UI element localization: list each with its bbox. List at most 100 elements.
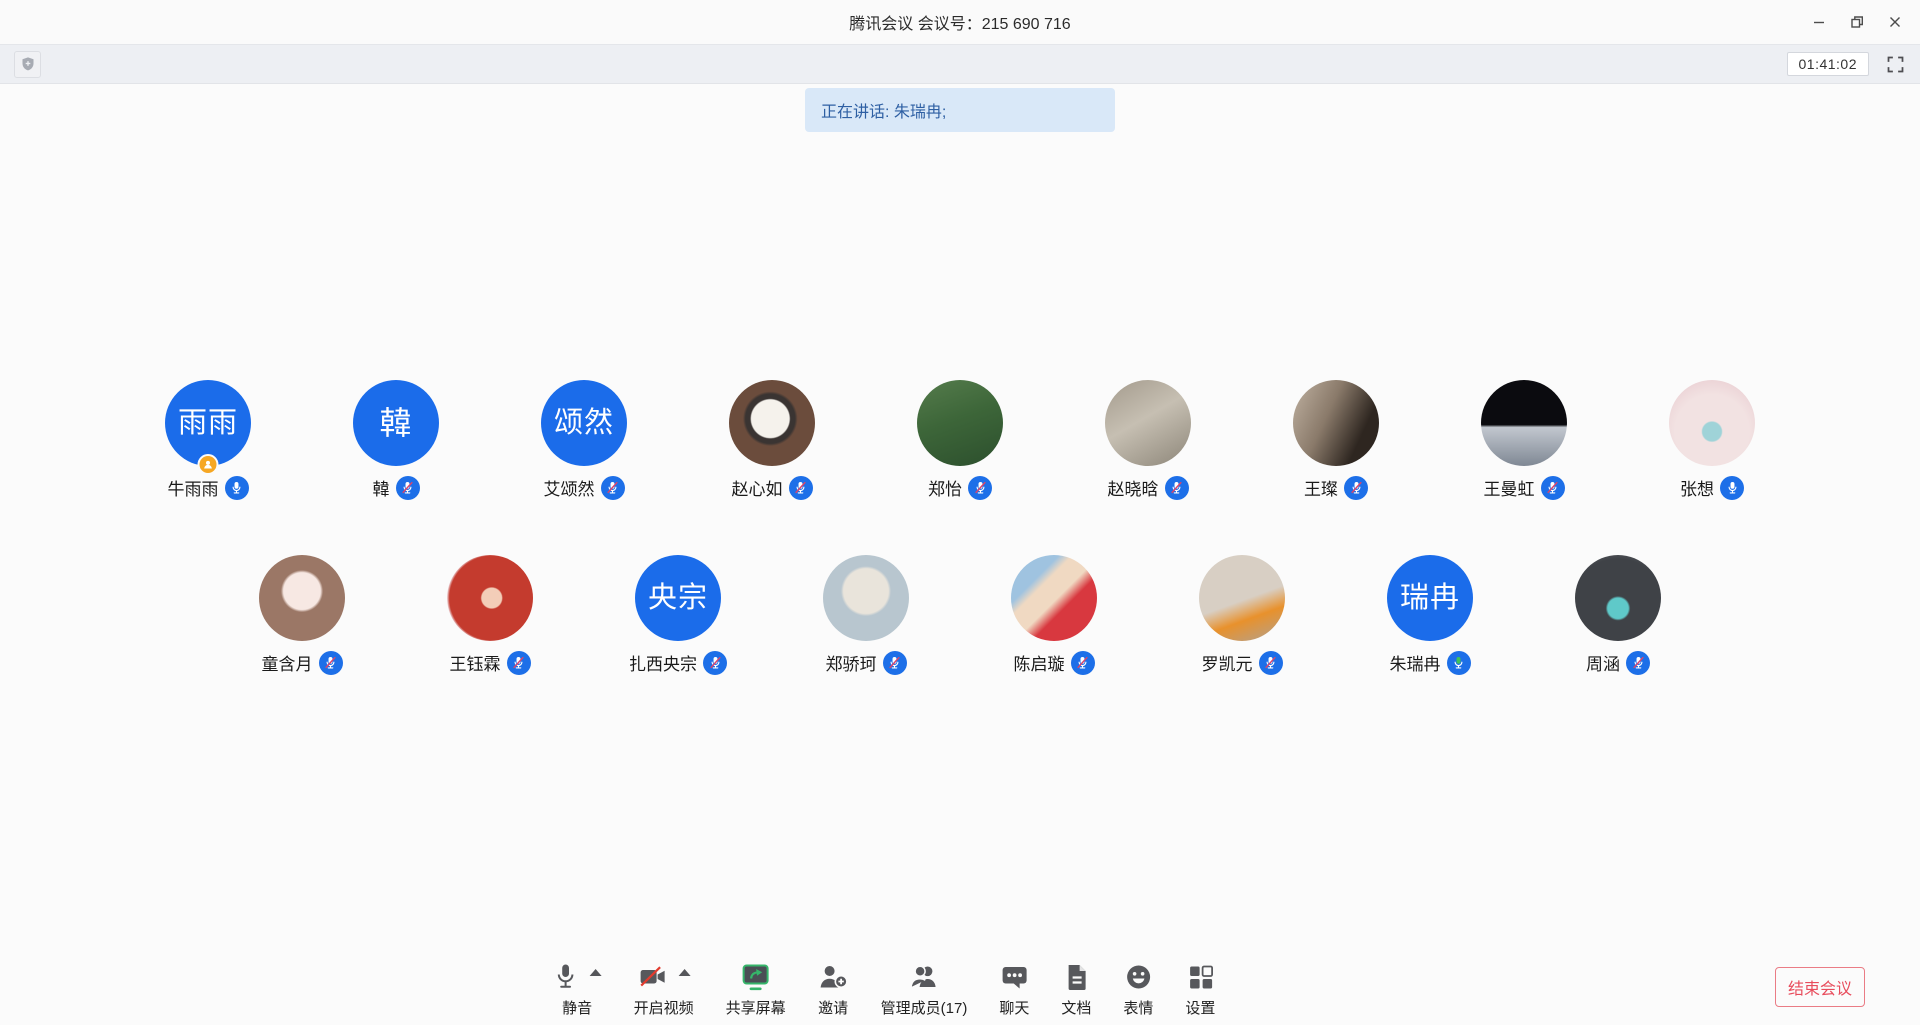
invite-button[interactable]: 邀请: [818, 959, 849, 1018]
participant-tile[interactable]: 张想: [1618, 380, 1806, 500]
security-shield-button[interactable]: [14, 51, 41, 78]
video-options-caret-icon[interactable]: [678, 969, 690, 976]
emoji-icon: [1124, 963, 1152, 991]
mic-status-icon: [789, 476, 813, 500]
close-button[interactable]: [1876, 7, 1914, 37]
mic-status-icon: [1626, 651, 1650, 675]
avatar-initials: 颂然: [554, 409, 614, 438]
participant-name: 郑骄珂: [826, 650, 877, 675]
mic-status-icon: [396, 476, 420, 500]
members-icon: [908, 963, 940, 991]
avatar-photo-forest: [917, 380, 1003, 466]
titlebar: 腾讯会议 会议号：215 690 716: [0, 0, 1920, 44]
avatar: 颂然: [541, 380, 627, 466]
mic-status-icon: [1447, 651, 1471, 675]
mute-button[interactable]: 静音: [553, 959, 602, 1018]
end-meeting-button[interactable]: 结束会议: [1775, 967, 1865, 1007]
fullscreen-button[interactable]: [1885, 54, 1906, 75]
settings-button[interactable]: 设置: [1185, 959, 1215, 1018]
mic-status-icon: [1071, 651, 1095, 675]
avatar-photo-night-sea: [1481, 380, 1567, 466]
participant-name: 朱瑞冉: [1390, 650, 1441, 675]
participant-name: 扎西央宗: [629, 650, 697, 675]
participant-tile[interactable]: 郑怡: [866, 380, 1054, 500]
mic-status-icon: [1541, 476, 1565, 500]
document-button[interactable]: 文档: [1061, 959, 1091, 1018]
speaking-banner: 正在讲话: 朱瑞冉;: [805, 88, 1115, 132]
avatar: 央宗: [635, 555, 721, 641]
avatar-photo-anime-girl: [259, 555, 345, 641]
minimize-button[interactable]: [1800, 7, 1838, 37]
avatar: 瑞冉: [1387, 555, 1473, 641]
mic-status-icon: [319, 651, 343, 675]
participant-row-1: 雨雨 牛雨雨 韓 韓: [0, 380, 1920, 500]
participant-tile[interactable]: 赵心如: [678, 380, 866, 500]
share-screen-icon: [740, 963, 772, 992]
window-controls: [1800, 0, 1914, 44]
camera-off-icon: [637, 964, 667, 990]
share-screen-button[interactable]: 共享屏幕: [726, 959, 786, 1018]
avatar-photo-pink-plush-mask: [1669, 380, 1755, 466]
participant-tile[interactable]: 雨雨 牛雨雨: [114, 380, 302, 500]
participant-name: 牛雨雨: [168, 475, 219, 500]
participant-name: 张想: [1680, 475, 1714, 500]
mic-icon: [553, 962, 579, 992]
participant-tile[interactable]: 王璨: [1242, 380, 1430, 500]
avatar-photo-escalator: [1199, 555, 1285, 641]
participant-row-2: 童含月 王钰霖: [0, 555, 1920, 675]
status-strip: 01:41:02: [0, 44, 1920, 84]
participant-tile[interactable]: 陈启璇: [960, 555, 1148, 675]
avatar-photo-silhouette: [1293, 380, 1379, 466]
window-title: 腾讯会议 会议号：215 690 716: [849, 10, 1070, 34]
fullscreen-icon: [1885, 54, 1906, 75]
meeting-timer: 01:41:02: [1787, 52, 1870, 76]
mic-status-icon: [1344, 476, 1368, 500]
avatar-photo-masked-anime-boy: [1575, 555, 1661, 641]
mic-status-icon: [507, 651, 531, 675]
document-icon: [1064, 963, 1088, 992]
avatar-initials: 央宗: [648, 584, 708, 613]
avatar-photo-panda: [729, 380, 815, 466]
mic-options-caret-icon[interactable]: [590, 969, 602, 976]
participant-tile[interactable]: 韓 韓: [302, 380, 490, 500]
avatar-photo-cartoon-shinchan: [1011, 555, 1097, 641]
emoji-button[interactable]: 表情: [1123, 959, 1153, 1018]
avatar-photo-alpaca: [1105, 380, 1191, 466]
mic-status-icon: [601, 476, 625, 500]
participant-tile[interactable]: 童含月: [208, 555, 396, 675]
participant-name: 王钰霖: [450, 650, 501, 675]
participant-tile[interactable]: 郑骄珂: [772, 555, 960, 675]
participant-tile[interactable]: 央宗 扎西央宗: [584, 555, 772, 675]
avatar-photo-red-hair-mermaid: [447, 555, 533, 641]
close-icon: [1888, 15, 1902, 29]
mic-status-icon: [1720, 476, 1744, 500]
participant-name: 王曼虹: [1484, 475, 1535, 500]
participant-tile[interactable]: 周涵: [1524, 555, 1712, 675]
mic-status-icon: [883, 651, 907, 675]
avatar: 雨雨: [165, 380, 251, 466]
avatar-initials: 雨雨: [178, 409, 238, 438]
participant-tile[interactable]: 赵晓晗: [1054, 380, 1242, 500]
participant-tile[interactable]: 颂然 艾颂然: [490, 380, 678, 500]
mic-status-icon: [1259, 651, 1283, 675]
invite-icon: [818, 963, 849, 991]
manage-members-button[interactable]: 管理成员(17): [881, 959, 968, 1018]
participant-name: 王璨: [1304, 475, 1338, 500]
participant-tile[interactable]: 瑞冉 朱瑞冉: [1336, 555, 1524, 675]
chat-button[interactable]: 聊天: [999, 959, 1029, 1018]
avatar-initials: 韓: [379, 407, 412, 439]
minimize-icon: [1812, 15, 1826, 29]
mic-status-icon: [703, 651, 727, 675]
participant-name: 陈启璇: [1014, 650, 1065, 675]
restore-icon: [1850, 15, 1864, 29]
restore-button[interactable]: [1838, 7, 1876, 37]
start-video-button[interactable]: 开启视频: [634, 959, 694, 1018]
meeting-toolbar: 静音 开启视频 共享: [553, 959, 1216, 1018]
participant-tile[interactable]: 罗凯元: [1148, 555, 1336, 675]
participant-tile[interactable]: 王钰霖: [396, 555, 584, 675]
avatar-photo-statue-bubblegum: [823, 555, 909, 641]
avatar-initials: 瑞冉: [1400, 584, 1460, 613]
participant-tile[interactable]: 王曼虹: [1430, 380, 1618, 500]
participant-name: 童含月: [262, 650, 313, 675]
mic-status-icon: [225, 476, 249, 500]
